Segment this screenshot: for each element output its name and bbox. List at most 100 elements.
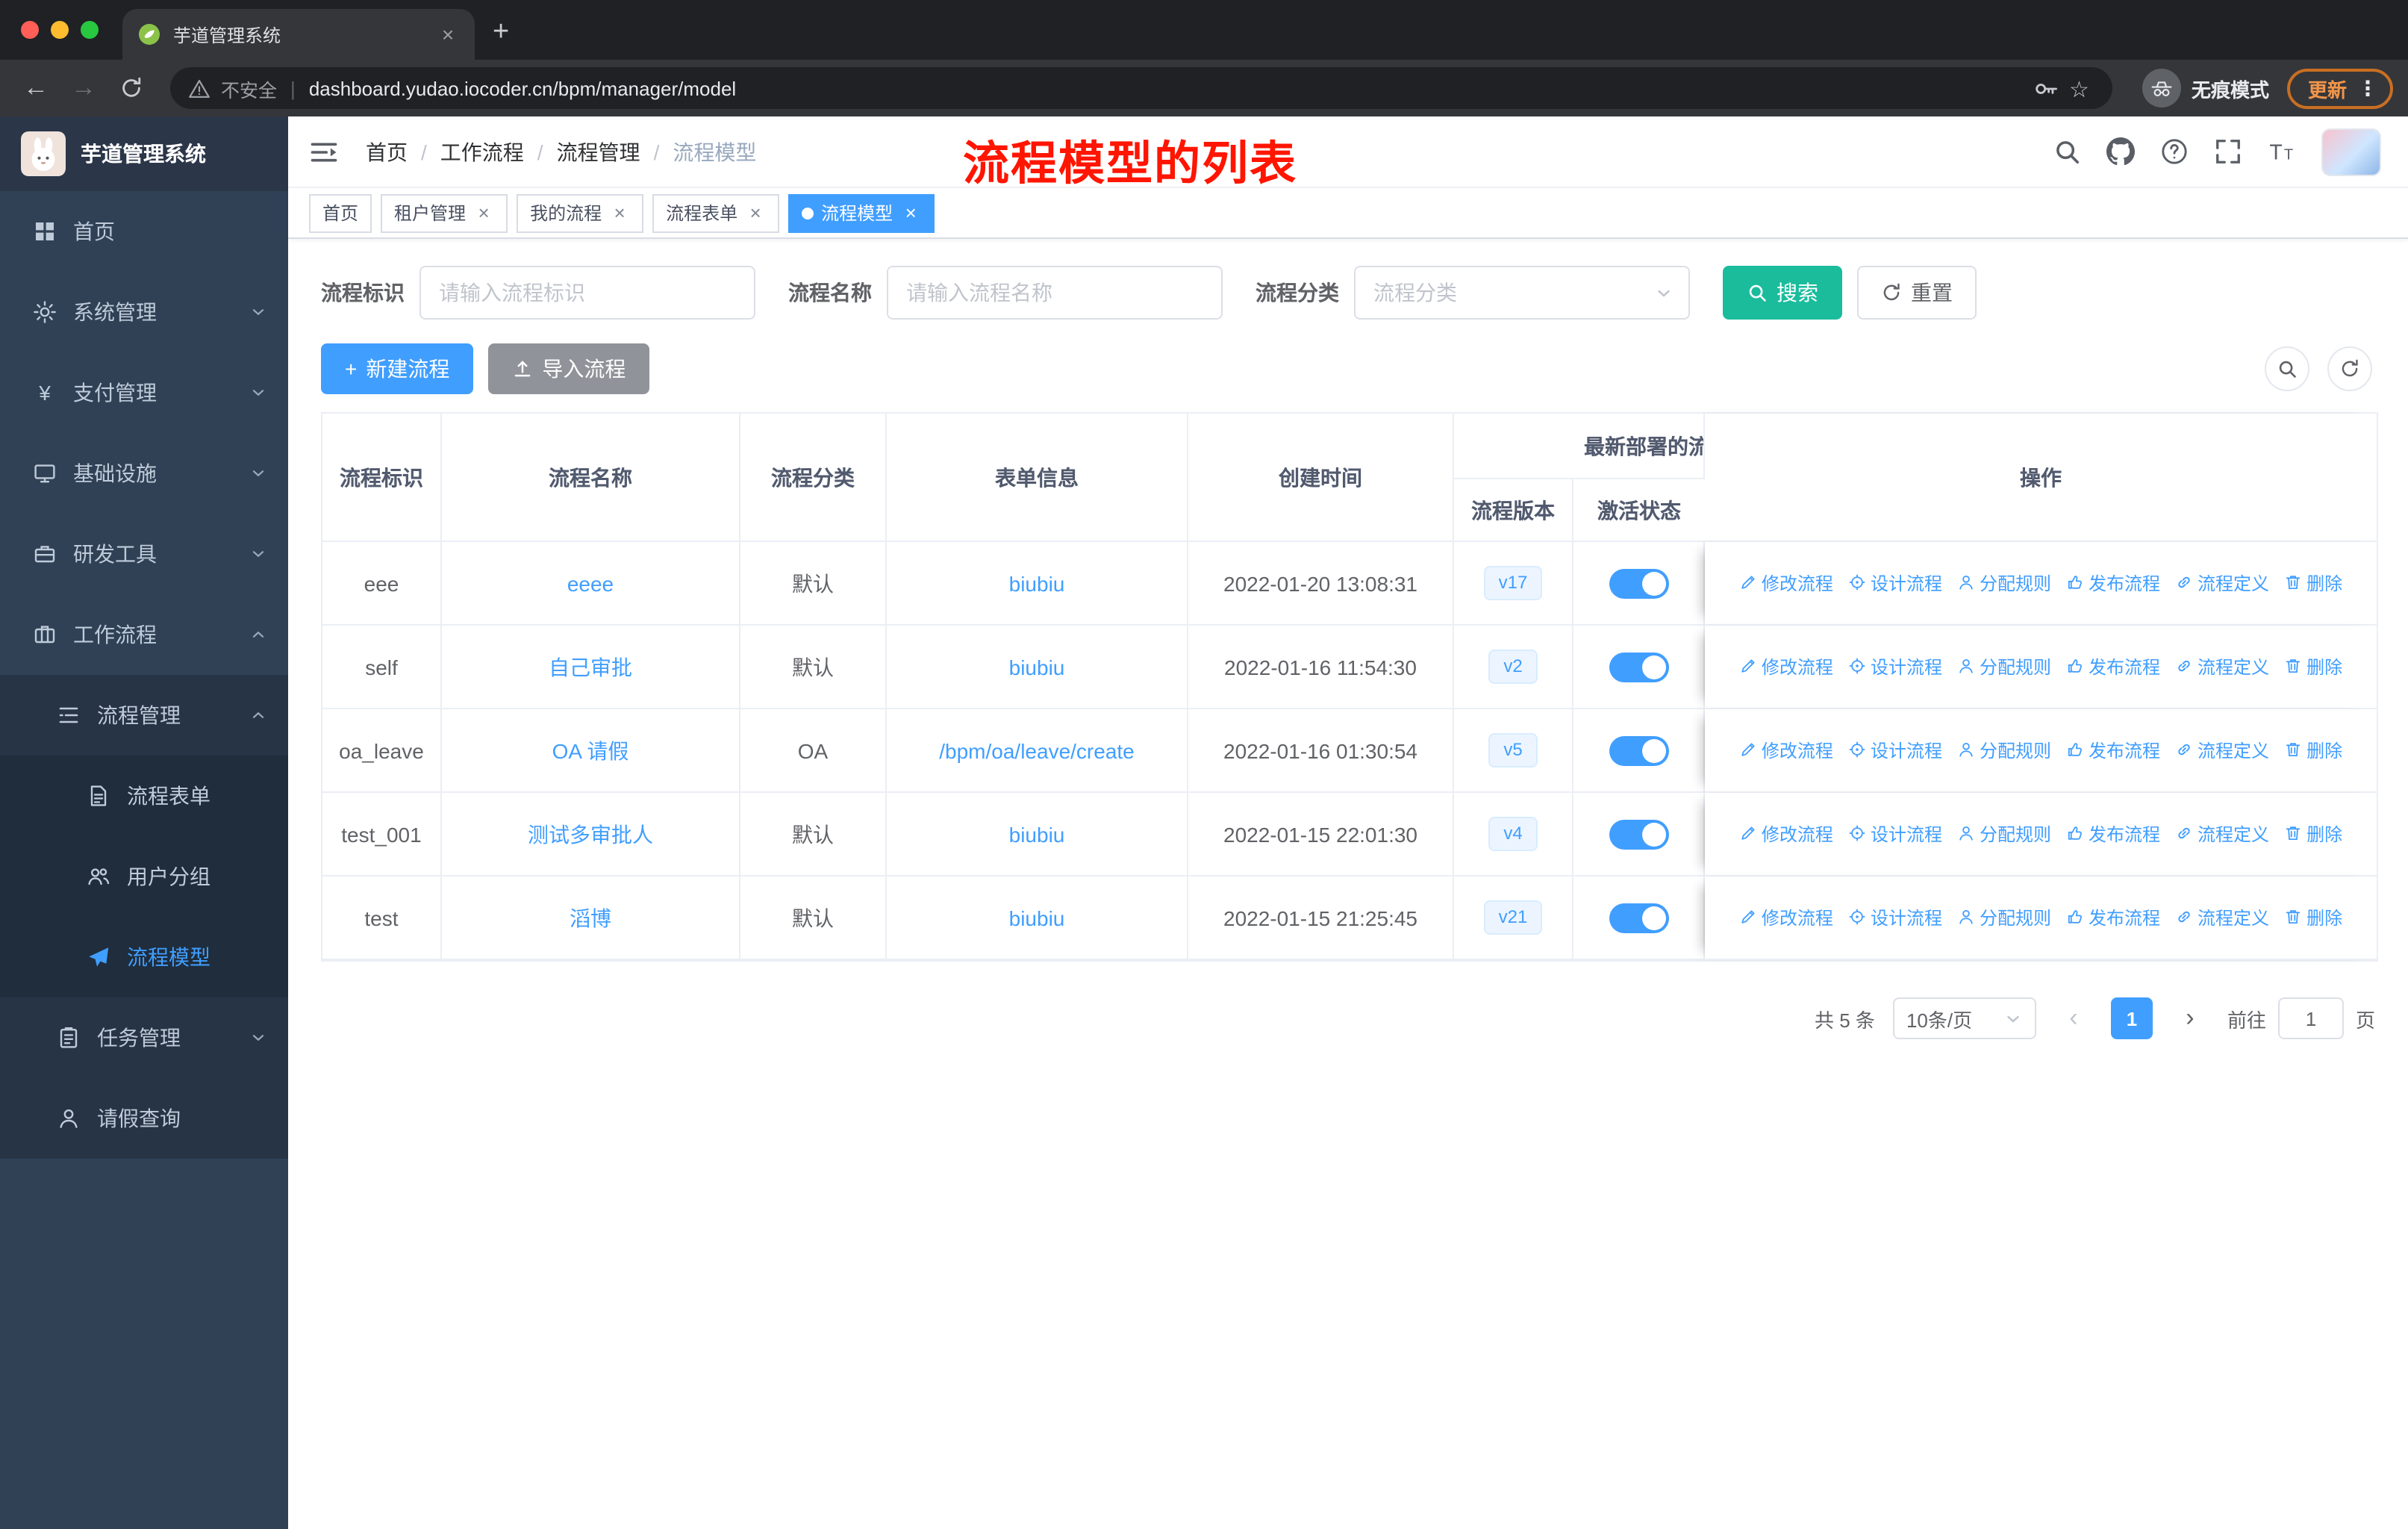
window-zoom-button[interactable] [81, 21, 99, 39]
create-process-button[interactable]: + 新建流程 [321, 343, 474, 394]
op-edit-link[interactable]: 修改流程 [1739, 905, 1833, 930]
op-delete-link[interactable]: 删除 [2284, 654, 2342, 679]
app-logo[interactable]: 芋道管理系统 [0, 116, 288, 191]
prev-page-button[interactable]: ‹ [2054, 997, 2093, 1039]
process-name-link[interactable]: 滔博 [570, 906, 611, 929]
form-info-link[interactable]: biubiu [1009, 906, 1065, 929]
op-assign-link[interactable]: 分配规则 [1957, 738, 2051, 763]
op-edit-link[interactable]: 修改流程 [1739, 738, 1833, 763]
sidebar-item-process-form[interactable]: 流程表单 [0, 756, 288, 836]
sidebar-item-leave-query[interactable]: 请假查询 [0, 1078, 288, 1159]
op-publish-link[interactable]: 发布流程 [2066, 821, 2160, 847]
op-design-link[interactable]: 设计流程 [1848, 738, 1942, 763]
close-icon[interactable]: × [609, 202, 630, 224]
op-assign-link[interactable]: 分配规则 [1957, 654, 2051, 679]
process-id-input[interactable] [439, 281, 736, 305]
import-process-button[interactable]: 导入流程 [488, 343, 650, 394]
browser-menu-icon[interactable]: ⋮ [2357, 75, 2378, 101]
process-name-link[interactable]: OA 请假 [552, 738, 629, 762]
next-page-button[interactable]: › [2171, 997, 2209, 1039]
op-design-link[interactable]: 设计流程 [1848, 570, 1942, 596]
op-publish-link[interactable]: 发布流程 [2066, 570, 2160, 596]
active-toggle[interactable] [1609, 568, 1668, 598]
op-publish-link[interactable]: 发布流程 [2066, 905, 2160, 930]
sidebar-item-payment[interactable]: ¥ 支付管理 [0, 352, 288, 433]
sidebar-collapse-button[interactable] [309, 137, 339, 166]
tag-my-process[interactable]: 我的流程 × [517, 193, 644, 232]
op-delete-link[interactable]: 删除 [2284, 570, 2342, 596]
toggle-search-button[interactable] [2265, 346, 2309, 391]
sidebar-item-devtools[interactable]: 研发工具 [0, 514, 288, 594]
user-avatar[interactable] [2321, 128, 2381, 175]
op-delete-link[interactable]: 删除 [2284, 738, 2342, 763]
tag-home[interactable]: 首页 [309, 193, 372, 232]
op-publish-link[interactable]: 发布流程 [2066, 738, 2160, 763]
sidebar-item-process-model[interactable]: 流程模型 [0, 917, 288, 997]
sidebar-item-task-mgmt[interactable]: 任务管理 [0, 997, 288, 1078]
tag-process-form[interactable]: 流程表单 × [652, 193, 780, 232]
active-toggle[interactable] [1609, 819, 1668, 849]
tag-process-model[interactable]: 流程模型 × [788, 193, 935, 232]
close-icon[interactable]: × [900, 202, 921, 224]
refresh-table-button[interactable] [2327, 346, 2372, 391]
bookmark-star-icon[interactable]: ☆ [2069, 75, 2094, 102]
forward-button[interactable]: → [63, 67, 105, 109]
op-assign-link[interactable]: 分配规则 [1957, 905, 2051, 930]
github-icon[interactable] [2106, 137, 2135, 166]
op-definition-link[interactable]: 流程定义 [2175, 821, 2269, 847]
op-assign-link[interactable]: 分配规则 [1957, 821, 2051, 847]
search-button[interactable]: 搜索 [1723, 266, 1842, 320]
op-edit-link[interactable]: 修改流程 [1739, 570, 1833, 596]
form-info-link[interactable]: biubiu [1009, 571, 1065, 595]
op-definition-link[interactable]: 流程定义 [2175, 570, 2269, 596]
sidebar-item-process-mgmt[interactable]: 流程管理 [0, 675, 288, 756]
fullscreen-icon[interactable] [2214, 137, 2242, 166]
form-info-link[interactable]: /bpm/oa/leave/create [939, 738, 1135, 762]
address-bar[interactable]: 不安全 | dashboard.yudao.iocoder.cn/bpm/man… [170, 67, 2112, 109]
op-definition-link[interactable]: 流程定义 [2175, 654, 2269, 679]
browser-tab[interactable]: 芋道管理系统 × [122, 9, 475, 60]
breadcrumb-home[interactable]: 首页 [366, 137, 408, 166]
close-icon[interactable]: × [745, 202, 766, 224]
page-size-select[interactable]: 10条/页 [1892, 997, 2036, 1039]
sidebar-item-user-group[interactable]: 用户分组 [0, 836, 288, 917]
page-number-current[interactable]: 1 [2110, 997, 2153, 1039]
breadcrumb-process-mgmt[interactable]: 流程管理 [557, 137, 640, 166]
sidebar-item-workflow[interactable]: 工作流程 [0, 594, 288, 675]
window-close-button[interactable] [21, 21, 39, 39]
help-icon[interactable] [2160, 137, 2189, 166]
active-toggle[interactable] [1609, 903, 1668, 932]
op-design-link[interactable]: 设计流程 [1848, 821, 1942, 847]
security-warning-icon[interactable] [188, 77, 210, 99]
reset-button[interactable]: 重置 [1857, 266, 1977, 320]
sidebar-item-system[interactable]: 系统管理 [0, 272, 288, 352]
op-assign-link[interactable]: 分配规则 [1957, 570, 2051, 596]
font-size-icon[interactable]: TT [2268, 137, 2296, 166]
update-button[interactable]: 更新 ⋮ [2286, 68, 2393, 108]
op-publish-link[interactable]: 发布流程 [2066, 654, 2160, 679]
op-edit-link[interactable]: 修改流程 [1739, 821, 1833, 847]
form-info-link[interactable]: biubiu [1009, 655, 1065, 679]
back-button[interactable]: ← [15, 67, 57, 109]
close-icon[interactable]: × [473, 202, 494, 224]
window-minimize-button[interactable] [51, 21, 69, 39]
process-name-link[interactable]: eeee [567, 571, 614, 595]
op-design-link[interactable]: 设计流程 [1848, 654, 1942, 679]
reload-button[interactable] [110, 67, 152, 109]
active-toggle[interactable] [1609, 735, 1668, 765]
form-info-link[interactable]: biubiu [1009, 822, 1065, 846]
op-design-link[interactable]: 设计流程 [1848, 905, 1942, 930]
op-definition-link[interactable]: 流程定义 [2175, 738, 2269, 763]
category-select[interactable]: 流程分类 [1354, 266, 1690, 320]
sidebar-item-infrastructure[interactable]: 基础设施 [0, 433, 288, 514]
process-name-link[interactable]: 测试多审批人 [528, 822, 653, 846]
new-tab-button[interactable]: + [493, 16, 509, 49]
op-edit-link[interactable]: 修改流程 [1739, 654, 1833, 679]
active-toggle[interactable] [1609, 652, 1668, 682]
sidebar-item-home[interactable]: 首页 [0, 191, 288, 272]
search-icon[interactable] [2053, 137, 2081, 166]
breadcrumb-workflow[interactable]: 工作流程 [440, 137, 524, 166]
key-icon[interactable] [2033, 75, 2059, 101]
process-name-link[interactable]: 自己审批 [549, 655, 632, 679]
op-definition-link[interactable]: 流程定义 [2175, 905, 2269, 930]
